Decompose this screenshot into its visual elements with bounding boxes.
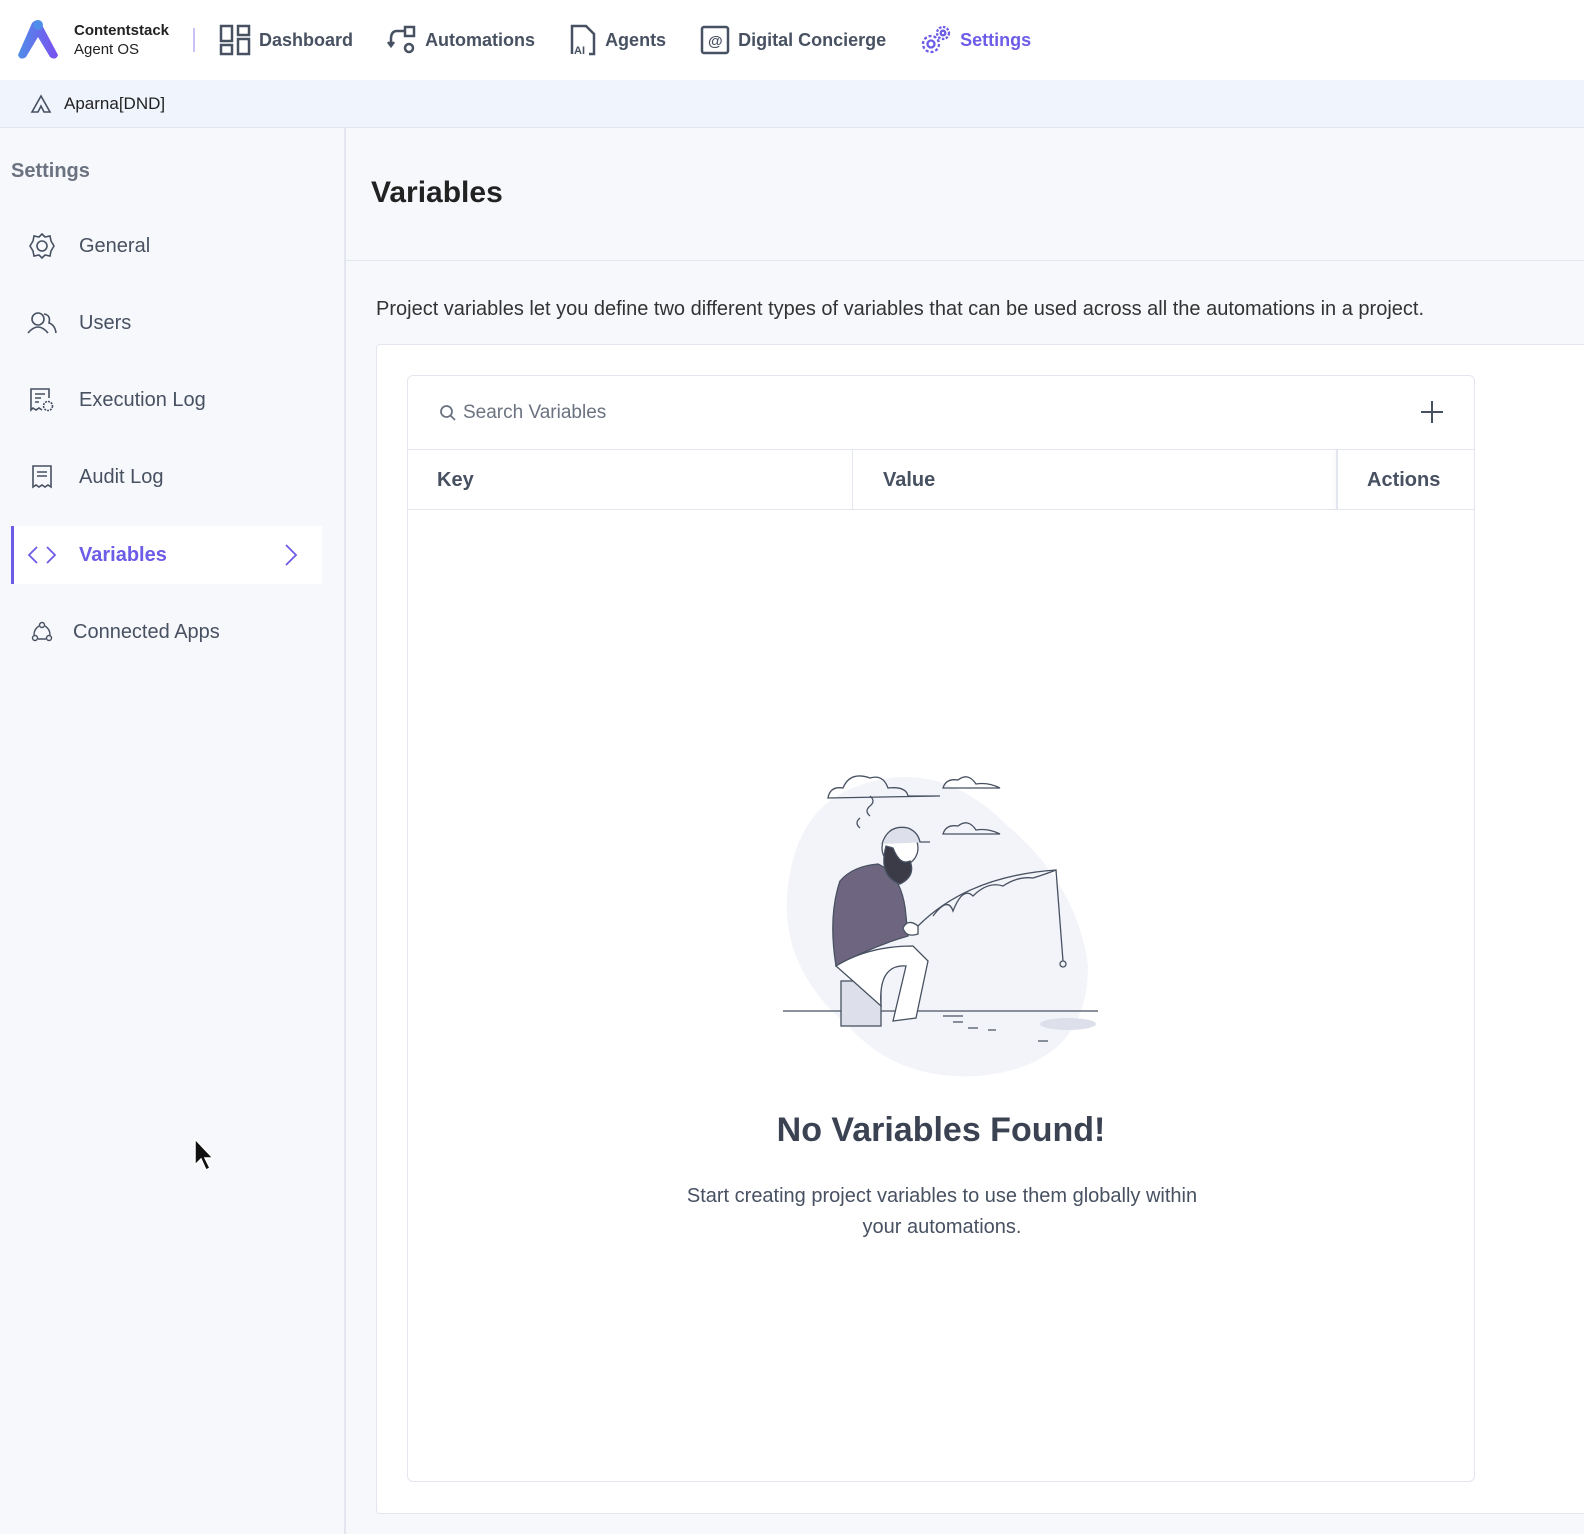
sidebar-item-variables[interactable]: Variables bbox=[11, 526, 322, 584]
nav-digital-concierge[interactable]: @ Digital Concierge bbox=[700, 25, 886, 55]
nav-automations[interactable]: Automations bbox=[387, 25, 535, 55]
gear-icon bbox=[29, 232, 55, 260]
mouse-cursor-icon bbox=[194, 1137, 215, 1172]
nav-label: Settings bbox=[960, 29, 1032, 50]
column-divider bbox=[852, 450, 853, 510]
column-value: Value bbox=[883, 468, 936, 491]
sidebar-item-label: Execution Log bbox=[79, 388, 206, 411]
divider bbox=[193, 28, 196, 52]
sidebar-item-users[interactable]: Users bbox=[11, 294, 322, 352]
nav-dashboard[interactable]: Dashboard bbox=[219, 24, 353, 56]
search-input[interactable] bbox=[463, 401, 1063, 424]
connected-apps-icon bbox=[31, 621, 53, 642]
sidebar-item-label: Connected Apps bbox=[73, 620, 220, 643]
page-title: Variables bbox=[371, 176, 503, 209]
dashboard-icon bbox=[219, 24, 251, 56]
automations-icon bbox=[387, 25, 416, 54]
agents-icon: AI bbox=[570, 24, 596, 56]
empty-state-subtitle: Start creating project variables to use … bbox=[686, 1185, 1198, 1238]
execution-log-icon bbox=[30, 388, 54, 412]
logo[interactable]: Contentstack Agent OS bbox=[16, 19, 169, 61]
sidebar-item-label: Users bbox=[79, 311, 132, 334]
nav-label: Automations bbox=[425, 29, 536, 50]
nav-label: Dashboard bbox=[259, 29, 354, 50]
nav-label: Digital Concierge bbox=[738, 29, 887, 50]
svg-text:AI: AI bbox=[574, 45, 585, 56]
code-icon bbox=[27, 546, 57, 564]
sidebar-item-label: General bbox=[79, 234, 151, 257]
empty-state-illustration bbox=[783, 775, 1098, 1077]
contentstack-logo-icon bbox=[18, 20, 58, 59]
sidebar-item-general[interactable]: General bbox=[11, 217, 322, 275]
nav-label: Agents bbox=[605, 29, 667, 50]
add-variable-button[interactable] bbox=[1418, 398, 1446, 426]
sidebar-item-label: Audit Log bbox=[79, 465, 164, 488]
svg-text:@: @ bbox=[708, 33, 723, 50]
page-header: Variables bbox=[346, 128, 1584, 261]
sidebar-item-audit-log[interactable]: Audit Log bbox=[11, 448, 322, 506]
variables-table: Key Value Actions No Variables Found! St… bbox=[407, 375, 1475, 1482]
sidebar-item-connected-apps[interactable]: Connected Apps bbox=[11, 603, 322, 661]
sidebar-title: Settings bbox=[11, 160, 90, 182]
search-icon bbox=[440, 404, 456, 421]
breadcrumb: Aparna[DND] bbox=[0, 80, 1584, 128]
users-icon bbox=[27, 312, 57, 334]
top-nav: Contentstack Agent OS Dashboard Automatio… bbox=[0, 0, 1584, 80]
page-description: Project variables let you define two dif… bbox=[376, 298, 1424, 320]
column-actions: Actions bbox=[1367, 468, 1441, 491]
empty-state-title: No Variables Found! bbox=[776, 1111, 1106, 1149]
sidebar-item-execution-log[interactable]: Execution Log bbox=[11, 371, 322, 429]
audit-log-icon bbox=[32, 465, 52, 489]
project-icon bbox=[30, 93, 52, 113]
table-header: Key Value Actions bbox=[408, 450, 1474, 510]
settings-icon bbox=[921, 25, 951, 54]
sidebar: Settings General Users Execution Log Aud… bbox=[0, 128, 346, 1534]
column-divider bbox=[1336, 450, 1338, 510]
project-name[interactable]: Aparna[DND] bbox=[64, 94, 165, 114]
nav-settings[interactable]: Settings bbox=[920, 24, 1031, 56]
nav-agents[interactable]: AI Agents bbox=[569, 24, 666, 56]
column-key: Key bbox=[437, 468, 474, 491]
concierge-icon: @ bbox=[700, 25, 730, 55]
brand-name: Contentstack bbox=[74, 22, 170, 39]
search-bar bbox=[408, 376, 1474, 450]
sidebar-item-label: Variables bbox=[79, 543, 167, 566]
product-name: Agent OS bbox=[74, 41, 140, 58]
chevron-right-icon bbox=[285, 544, 298, 566]
